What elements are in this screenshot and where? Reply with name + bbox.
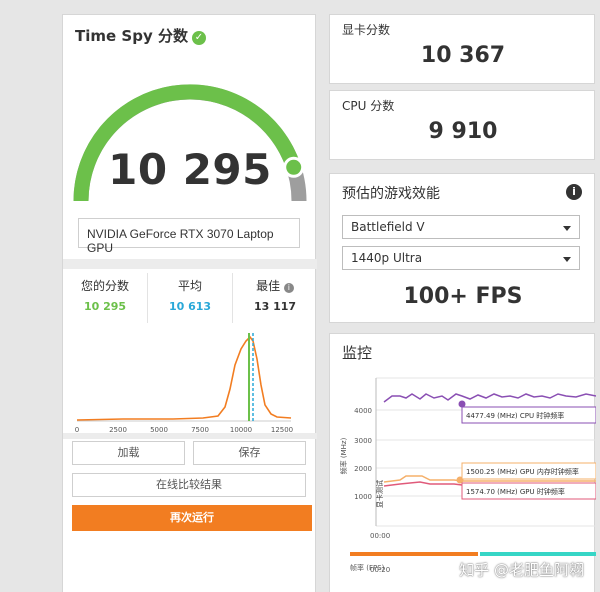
info-icon[interactable]: i bbox=[566, 184, 582, 200]
x-tick: 00:00 bbox=[370, 532, 390, 540]
score-distribution-chart: 0 2500 5000 7500 10000 12500 bbox=[75, 333, 293, 434]
game-select-value: Battlefield V bbox=[351, 220, 425, 234]
timespy-title-text: Time Spy 分数 bbox=[75, 27, 188, 45]
best-stat: 最佳 i 13 117 bbox=[232, 273, 317, 323]
your-score-value: 10 295 bbox=[83, 300, 127, 313]
average-stat: 平均 10 613 bbox=[147, 273, 232, 323]
gpu-score-value: 10 367 bbox=[420, 43, 506, 68]
monitoring-panel: 监控 4000 3000 2000 1000 频率 (MHz) 显卡测试 447… bbox=[329, 333, 596, 592]
timespy-panel: Time Spy 分数 ✓ 10 295 NVIDIA GeForce RTX 3… bbox=[62, 14, 317, 592]
chevron-down-icon bbox=[563, 226, 571, 231]
check-icon: ✓ bbox=[191, 31, 206, 45]
secondary-series-bar bbox=[480, 552, 596, 556]
your-score-label: 您的分数 bbox=[80, 279, 129, 293]
estimated-performance-panel: 预估的游戏效能 i Battlefield V 1440p Ultra 100+… bbox=[329, 173, 595, 323]
distribution-curve bbox=[76, 335, 292, 421]
cpu-score-value: 9 910 bbox=[428, 119, 498, 144]
info-icon[interactable]: i bbox=[283, 283, 294, 293]
test-marker-label: 显卡测试 bbox=[375, 480, 384, 508]
divider bbox=[63, 259, 317, 269]
score-stats: 您的分数 10 295 平均 10 613 最佳 i 13 117 bbox=[63, 273, 317, 323]
cpu-score-panel: CPU 分数 9 910 bbox=[329, 90, 595, 160]
chevron-down-icon bbox=[563, 257, 571, 262]
gpu-score-label: 显卡分数 bbox=[342, 23, 391, 37]
best-label-row: 最佳 i bbox=[233, 277, 317, 294]
divider bbox=[63, 433, 317, 439]
game-select[interactable]: Battlefield V bbox=[342, 215, 580, 239]
y-tick: 3000 bbox=[354, 437, 372, 445]
gpu-clock-tooltip: 1574.70 (MHz) GPU 时钟频率 bbox=[466, 487, 565, 496]
your-score-stat: 您的分数 10 295 bbox=[63, 273, 147, 323]
y-tick: 1000 bbox=[354, 493, 372, 501]
timespy-title: Time Spy 分数 ✓ bbox=[75, 25, 206, 46]
monitoring-chart: 4000 3000 2000 1000 频率 (MHz) 显卡测试 4477.4… bbox=[339, 377, 596, 574]
gpu-memory-clock-tooltip: 1500.25 (MHz) GPU 内存时钟频率 bbox=[466, 467, 579, 476]
gpu-score-panel: 显卡分数 10 367 bbox=[329, 14, 595, 84]
y-tick: 2000 bbox=[354, 465, 372, 473]
compare-online-button[interactable]: 在线比较结果 bbox=[72, 473, 306, 497]
average-label: 平均 bbox=[177, 279, 202, 293]
cpu-clock-marker bbox=[458, 400, 466, 408]
total-score: 10 295 bbox=[108, 145, 272, 194]
fps-series-bar bbox=[350, 552, 478, 556]
average-value: 10 613 bbox=[168, 300, 212, 313]
cpu-clock-line bbox=[383, 393, 596, 403]
fps-legend: 帧率 (FPS) bbox=[350, 563, 385, 572]
preset-select-value: 1440p Ultra bbox=[351, 251, 423, 265]
y-tick: 4000 bbox=[354, 407, 372, 415]
estimated-title: 预估的游戏效能 bbox=[342, 186, 440, 202]
fps-estimate: 100+ FPS bbox=[403, 284, 523, 309]
y-axis-label: 频率 (MHz) bbox=[339, 437, 348, 474]
best-value: 13 117 bbox=[253, 300, 297, 313]
gpu-name-field: NVIDIA GeForce RTX 3070 Laptop GPU bbox=[78, 218, 300, 255]
run-again-button[interactable]: 再次运行 bbox=[72, 505, 312, 531]
cpu-score-label: CPU 分数 bbox=[342, 99, 395, 113]
save-button[interactable]: 保存 bbox=[193, 441, 306, 465]
load-button[interactable]: 加载 bbox=[72, 441, 185, 465]
watermark: 知乎 @老肥鱼阿翱 bbox=[459, 561, 584, 579]
cpu-clock-tooltip: 4477.49 (MHz) CPU 时钟频率 bbox=[466, 411, 564, 420]
preset-select[interactable]: 1440p Ultra bbox=[342, 246, 580, 270]
best-label: 最佳 bbox=[256, 279, 281, 293]
